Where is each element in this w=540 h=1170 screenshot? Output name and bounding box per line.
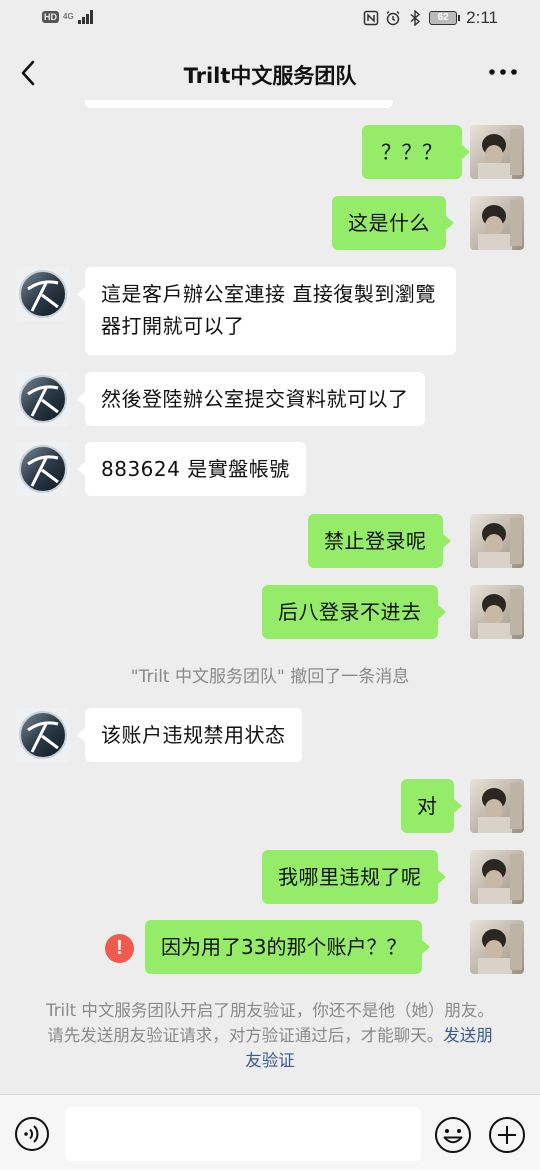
previous-message-bubble [85, 100, 393, 108]
outgoing-message-failed[interactable]: 因为用了33的那个账户？？ [145, 920, 431, 974]
outgoing-message[interactable]: ？？？ [362, 125, 469, 179]
status-right: 62 2:11 [363, 8, 498, 28]
incoming-message[interactable]: 883624 是實盤帳號 [77, 442, 306, 496]
message-input[interactable] [65, 1107, 421, 1161]
contact-avatar[interactable] [16, 442, 70, 496]
chat-title: Trilt中文服务团队 [183, 64, 357, 88]
plus-icon[interactable] [488, 1116, 526, 1154]
my-avatar[interactable] [470, 920, 524, 974]
contact-avatar[interactable] [16, 267, 70, 321]
clock: 2:11 [466, 8, 498, 27]
contact-avatar[interactable] [16, 708, 70, 762]
incoming-message[interactable]: 该账户违规禁用状态 [77, 708, 302, 762]
outgoing-message[interactable]: 我哪里违规了呢 [262, 850, 445, 904]
signal-icon [77, 10, 93, 24]
nfc-icon [363, 10, 379, 26]
status-left: HD 4G [42, 10, 93, 24]
my-avatar[interactable] [470, 585, 524, 639]
battery-level: 62 [429, 11, 458, 25]
my-avatar[interactable] [470, 196, 524, 250]
send-failed-icon[interactable]: ! [105, 934, 134, 963]
contact-avatar[interactable] [16, 372, 70, 426]
outgoing-message[interactable]: 禁止登录呢 [308, 514, 450, 568]
outgoing-message[interactable]: 后八登录不进去 [262, 585, 445, 639]
emoji-icon[interactable] [434, 1116, 472, 1154]
input-bar [0, 1094, 540, 1170]
my-avatar[interactable] [470, 779, 524, 833]
voice-icon[interactable] [14, 1116, 50, 1152]
chat-header: Trilt中文服务团队 [0, 48, 540, 100]
recall-notice: "Trilt 中文服务团队" 撤回了一条消息 [130, 667, 410, 687]
network-label: 4G [63, 12, 74, 21]
friend-verification-notice: Trilt 中文服务团队开启了朋友验证，你还不是他（她）朋友。请先发送朋友验证请… [40, 998, 500, 1073]
incoming-message[interactable]: 這是客戶辦公室連接 直接復製到瀏覽器打開就可以了 [77, 267, 456, 355]
more-dots-icon[interactable] [488, 66, 518, 78]
incoming-message[interactable]: 然後登陸辦公室提交資料就可以了 [77, 372, 425, 426]
my-avatar[interactable] [470, 514, 524, 568]
bluetooth-icon [410, 10, 421, 26]
status-bar: HD 4G 62 2:11 [0, 0, 540, 40]
hd-badge: HD [42, 11, 59, 23]
outgoing-message[interactable]: 对 [401, 779, 461, 833]
battery-icon: 62 [429, 11, 461, 25]
notice-text: Trilt 中文服务团队开启了朋友验证，你还不是他（她）朋友。请先发送朋友验证请… [46, 1001, 494, 1045]
my-avatar[interactable] [470, 125, 524, 179]
outgoing-message[interactable]: 这是什么 [332, 196, 454, 250]
my-avatar[interactable] [470, 850, 524, 904]
alarm-icon [386, 11, 400, 26]
